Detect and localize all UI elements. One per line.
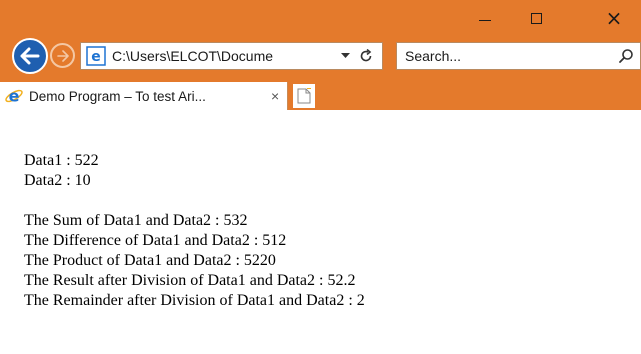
close-icon: × xyxy=(605,6,623,30)
forward-button[interactable] xyxy=(50,43,75,68)
remainder-line: The Remainder after Division of Data1 an… xyxy=(24,292,365,309)
title-bar: × xyxy=(0,0,641,37)
search-icon[interactable] xyxy=(618,48,634,64)
division-line: The Result after Division of Data1 and D… xyxy=(24,272,356,289)
back-button[interactable] xyxy=(12,38,48,74)
difference-line: The Difference of Data1 and Data2 : 512 xyxy=(24,232,287,249)
ie-logo-icon: e xyxy=(86,46,106,66)
address-input[interactable]: C:\Users\ELCOT\Docume xyxy=(112,48,334,64)
sum-line: The Sum of Data1 and Data2 : 532 xyxy=(24,212,248,229)
svg-text:e: e xyxy=(9,87,20,106)
new-tab-button[interactable] xyxy=(293,84,315,108)
data2-line: Data2 : 10 xyxy=(24,172,91,189)
close-tab-button[interactable]: × xyxy=(271,88,279,104)
tab-bar: e Demo Program – To test Ari... × xyxy=(0,77,641,110)
product-line: The Product of Data1 and Data2 : 5220 xyxy=(24,252,276,269)
maximize-icon xyxy=(530,12,542,24)
forward-arrow-icon xyxy=(56,49,69,62)
navigation-bar: e C:\Users\ELCOT\Docume Search... xyxy=(0,37,641,77)
close-window-button[interactable]: × xyxy=(599,6,629,30)
page-content: Data1 : 522 Data2 : 10 The Sum of Data1 … xyxy=(24,151,624,311)
tab-active[interactable]: e Demo Program – To test Ari... × xyxy=(0,82,288,110)
search-input[interactable]: Search... xyxy=(405,48,618,64)
minimize-icon xyxy=(479,19,491,21)
refresh-icon xyxy=(360,49,372,62)
new-tab-icon xyxy=(297,88,311,104)
refresh-button[interactable] xyxy=(358,49,374,63)
ie-logo-icon: e xyxy=(5,87,23,106)
address-dropdown-button[interactable] xyxy=(338,53,352,59)
maximize-button[interactable] xyxy=(521,6,551,30)
back-arrow-icon xyxy=(20,47,40,65)
chevron-down-icon xyxy=(340,53,350,58)
svg-text:e: e xyxy=(91,49,101,65)
minimize-button[interactable] xyxy=(470,6,500,30)
data1-line: Data1 : 522 xyxy=(24,152,99,169)
tab-title: Demo Program – To test Ari... xyxy=(29,88,206,104)
search-box[interactable]: Search... xyxy=(396,42,641,70)
address-bar[interactable]: e C:\Users\ELCOT\Docume xyxy=(80,42,383,70)
